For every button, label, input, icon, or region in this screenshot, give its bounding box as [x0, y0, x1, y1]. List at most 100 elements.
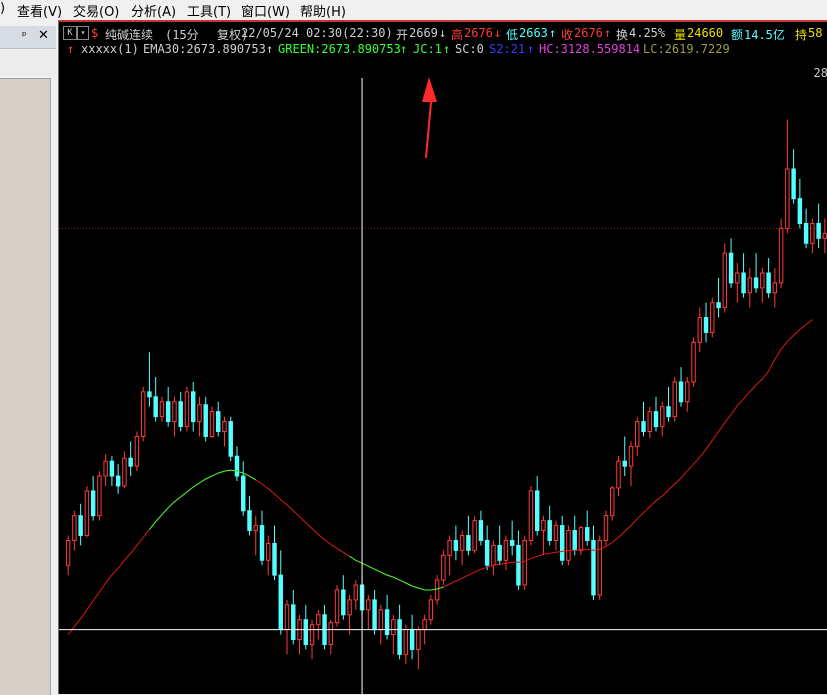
candle-body: [272, 542, 277, 576]
menu-item-partial[interactable]: ): [0, 1, 5, 16]
candle-body: [341, 589, 346, 616]
candle-body: [84, 490, 90, 536]
candle-body: [453, 539, 459, 551]
candle-body: [472, 520, 477, 551]
candle-body: [284, 604, 290, 631]
candle-body: [441, 554, 446, 581]
side-panel-header: ᵖ ✕: [0, 26, 56, 49]
candle-body: [422, 619, 427, 631]
open-value: 2669: [409, 26, 438, 40]
candle-body: [760, 272, 765, 289]
candle-body: [334, 589, 340, 624]
candle-body: [184, 391, 190, 428]
menu-item-trade[interactable]: 交易(O): [73, 1, 119, 20]
open-label: 开: [396, 28, 409, 42]
candle-body: [547, 520, 552, 541]
indicator-up-arrow-icon: ↑: [67, 42, 75, 56]
candle-body: [578, 527, 584, 551]
candle-body: [266, 542, 271, 561]
turnover-label: 换: [616, 28, 629, 42]
candle-body: [666, 406, 671, 418]
candle-body: [466, 535, 471, 551]
turnover-value: 4.25%: [629, 26, 666, 40]
close-icon[interactable]: ✕: [38, 28, 49, 43]
ema30-green-segment: [149, 469, 257, 530]
close-label: 收: [561, 28, 574, 42]
candle-body: [616, 460, 621, 489]
amount-label: 额: [731, 28, 744, 42]
jc-value: JC:1: [413, 42, 442, 56]
menu-item-analysis[interactable]: 分析(A): [131, 1, 176, 20]
candle-body: [641, 421, 646, 432]
lc-value: LC:2619.7229: [643, 42, 730, 56]
candle-body: [316, 614, 321, 626]
candle-body: [735, 272, 740, 284]
candle-body: [534, 490, 540, 532]
menu-item-view[interactable]: 查看(V): [17, 1, 62, 20]
candle-body: [497, 544, 502, 561]
candle-body: [147, 391, 152, 398]
candle-body: [559, 525, 565, 561]
left-side-panel: ᵖ ✕: [0, 20, 56, 695]
kline-chart-window[interactable]: K ▾ $ 纯碱连续 (15分 复权) 22/05/24 02:30(22:30…: [58, 20, 827, 694]
candle-body: [653, 411, 659, 428]
candle-body: [134, 435, 140, 467]
candle-body: [178, 401, 183, 428]
candle-body: [816, 222, 821, 239]
open-arrow: ↓: [439, 26, 447, 40]
candle-body: [409, 629, 415, 650]
menu-bar: ) 查看(V) 交易(O) 分析(A) 工具(T) 窗口(W) 帮助(H): [0, 0, 827, 20]
candle-body: [459, 535, 465, 551]
candle-body: [78, 515, 83, 536]
candle-body: [291, 604, 296, 641]
candle-body: [234, 455, 240, 477]
candle-body: [722, 252, 728, 309]
candle-body: [159, 401, 165, 418]
candle-body: [391, 619, 396, 636]
candle-body: [434, 579, 440, 601]
low-arrow: ↑: [549, 26, 557, 40]
candle-body: [797, 198, 803, 224]
period-text: (15分: [165, 28, 199, 42]
candle-body: [172, 401, 177, 423]
candle-body: [478, 520, 484, 541]
dropdown-icon[interactable]: ▾: [77, 26, 89, 40]
candle-body: [503, 539, 509, 561]
candle-body: [428, 599, 434, 621]
menu-item-tools[interactable]: 工具(T): [187, 1, 231, 20]
candle-body: [416, 629, 421, 650]
candle-body: [822, 232, 827, 239]
candle-body: [703, 317, 709, 333]
menu-item-help[interactable]: 帮助(H): [300, 1, 346, 20]
contract-s-icon: $: [91, 26, 99, 40]
candle-body: [710, 302, 715, 333]
symbol-name: 纯碱连续: [105, 28, 154, 42]
candle-body: [228, 421, 233, 457]
candle-body: [278, 574, 283, 631]
pin-icon[interactable]: ᵖ: [22, 29, 27, 42]
indicator-name[interactable]: xxxxx(1): [81, 42, 139, 56]
candle-body: [785, 168, 790, 229]
candle-body: [509, 539, 515, 546]
candle-body: [222, 421, 227, 432]
kline-chart[interactable]: [59, 20, 827, 694]
candle-body: [97, 475, 102, 517]
candle-body: [366, 599, 371, 611]
period-k-icon[interactable]: K: [63, 26, 77, 40]
sc-value: SC:0: [455, 42, 484, 56]
candle-body: [778, 227, 784, 284]
candle-body: [697, 317, 703, 343]
s2-value: S2:21: [489, 42, 526, 56]
candle-body: [128, 457, 133, 467]
candle-body: [372, 599, 377, 631]
candle-body: [140, 391, 146, 437]
candle-body: [165, 401, 171, 423]
candle-body: [528, 490, 534, 541]
menu-item-window[interactable]: 窗口(W): [241, 1, 290, 20]
oi-value: 58: [808, 26, 823, 40]
candle-body: [241, 475, 246, 512]
candle-body: [197, 404, 202, 423]
candle-body: [591, 539, 596, 596]
ema30-line: [67, 319, 813, 635]
volume-value: 24660: [687, 26, 724, 40]
